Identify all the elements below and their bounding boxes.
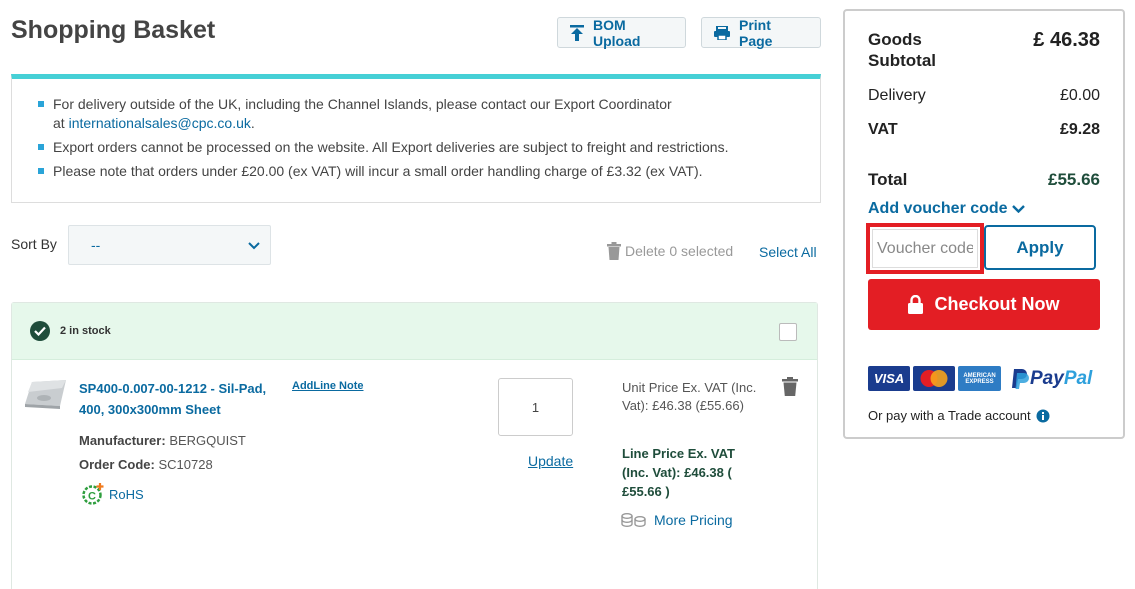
stock-status-bar: 2 in stock: [12, 303, 817, 360]
visa-logo: VISA: [868, 366, 910, 391]
more-pricing-link[interactable]: More Pricing: [621, 512, 733, 528]
bom-upload-label: BOM Upload: [593, 16, 641, 49]
stock-count: 2 in stock: [60, 325, 111, 337]
notice-text: .: [250, 115, 255, 131]
print-page-button[interactable]: Print Page: [701, 16, 821, 49]
paypal-logo: Pay Pal: [1010, 368, 1092, 390]
total-row: Total £55.66: [868, 170, 1100, 190]
international-sales-email-link[interactable]: internationalsales@cpc.co.uk: [69, 115, 251, 131]
update-quantity-link[interactable]: Update: [528, 453, 573, 469]
export-notice: For delivery outside of the UK, includin…: [11, 74, 821, 203]
product-image[interactable]: [22, 376, 68, 412]
add-voucher-toggle[interactable]: Add voucher code: [868, 200, 1025, 218]
delete-selected-button[interactable]: Delete 0 selected: [607, 242, 733, 260]
amex-logo: AMERICAN EXPRESS: [958, 366, 1001, 391]
lock-icon: [908, 295, 924, 314]
notice-text: For delivery outside of the UK, includin…: [53, 96, 672, 112]
chevron-down-icon: [248, 237, 260, 253]
trade-account-text: Or pay with a Trade account: [868, 408, 1031, 423]
delivery-label: Delivery: [868, 87, 926, 104]
checkout-now-button[interactable]: Checkout Now: [868, 279, 1100, 330]
total-label: Total: [868, 170, 908, 189]
subtotal-label: Goods Subtotal: [868, 30, 936, 70]
notice-item-small-order: Please note that orders under £20.00 (ex…: [38, 162, 800, 181]
total-value: £55.66: [1048, 170, 1100, 189]
svg-text:C: C: [88, 491, 96, 503]
add-voucher-label: Add voucher code: [868, 200, 1008, 217]
sort-by-select[interactable]: --: [68, 225, 271, 265]
unit-price: Unit Price Ex. VAT (Inc. Vat): £46.38 (£…: [622, 380, 757, 413]
order-code-label: Order Code:: [79, 457, 155, 472]
basket-item: 2 in stock SP400-0.007-00-1212 - Sil-Pad…: [11, 302, 818, 589]
rohs-label: RoHS: [109, 486, 144, 502]
voucher-code-input[interactable]: [872, 229, 978, 268]
apply-voucher-button[interactable]: Apply: [984, 225, 1096, 270]
product-name-link[interactable]: SP400-0.007-00-1212 - Sil-Pad, 400, 300x…: [79, 378, 284, 420]
paypal-word-pay: Pay: [1030, 367, 1064, 389]
delete-selected-label: Delete 0 selected: [625, 243, 734, 259]
checkout-label: Checkout Now: [934, 294, 1060, 314]
info-icon[interactable]: [1036, 409, 1050, 423]
trash-icon: [607, 242, 621, 260]
select-all-link[interactable]: Select All: [759, 244, 817, 260]
sort-by-label: Sort By: [11, 236, 57, 252]
order-summary-panel: Goods Subtotal £ 46.38 Delivery £0.00 VA…: [843, 9, 1125, 439]
line-price: Line Price Ex. VAT (Inc. Vat): £46.38 ( …: [622, 446, 735, 499]
order-code-value: SC10728: [158, 457, 213, 472]
printer-icon: [714, 25, 730, 40]
page-title: Shopping Basket: [11, 16, 216, 44]
notice-item-export: Export orders cannot be processed on the…: [38, 138, 800, 157]
delivery-value: £0.00: [1059, 87, 1100, 104]
add-line-note-link[interactable]: AddLine Note: [292, 380, 364, 392]
trade-account-note: Or pay with a Trade account: [868, 408, 1050, 423]
bom-upload-button[interactable]: BOM Upload: [557, 16, 686, 49]
vat-row: VAT £9.28: [868, 121, 1100, 139]
sort-selected-value: --: [91, 237, 101, 253]
manufacturer: Manufacturer: BERGQUIST: [79, 433, 246, 448]
subtotal-row: Goods Subtotal £ 46.38: [868, 29, 1100, 71]
chevron-down-icon: [1011, 205, 1025, 213]
subtotal-value: £ 46.38: [1033, 29, 1100, 51]
coins-icon: [621, 513, 647, 527]
rohs-badge[interactable]: C RoHS: [82, 483, 144, 505]
delivery-row: Delivery £0.00: [868, 87, 1100, 105]
manufacturer-label: Manufacturer:: [79, 433, 166, 448]
upload-icon: [570, 24, 584, 41]
quantity-input[interactable]: 1: [498, 378, 573, 436]
trash-icon[interactable]: [782, 377, 798, 396]
voucher-field-highlight: [866, 223, 984, 274]
rohs-icon: C: [82, 483, 104, 505]
payment-methods: VISA AMERICAN EXPRESS Pay Pal: [868, 366, 1092, 391]
item-select-checkbox[interactable]: [779, 323, 797, 341]
vat-value: £9.28: [1059, 121, 1100, 138]
order-code: Order Code: SC10728: [79, 457, 213, 472]
more-pricing-label: More Pricing: [654, 512, 733, 528]
mastercard-logo: [913, 366, 955, 391]
vat-label: VAT: [868, 121, 898, 138]
check-circle-icon: [30, 321, 50, 341]
notice-text: at: [53, 115, 65, 131]
print-page-label: Print Page: [739, 16, 773, 49]
paypal-word-pal: Pal: [1063, 367, 1093, 389]
notice-item-international: For delivery outside of the UK, includin…: [38, 95, 800, 133]
manufacturer-value: BERGQUIST: [169, 433, 246, 448]
